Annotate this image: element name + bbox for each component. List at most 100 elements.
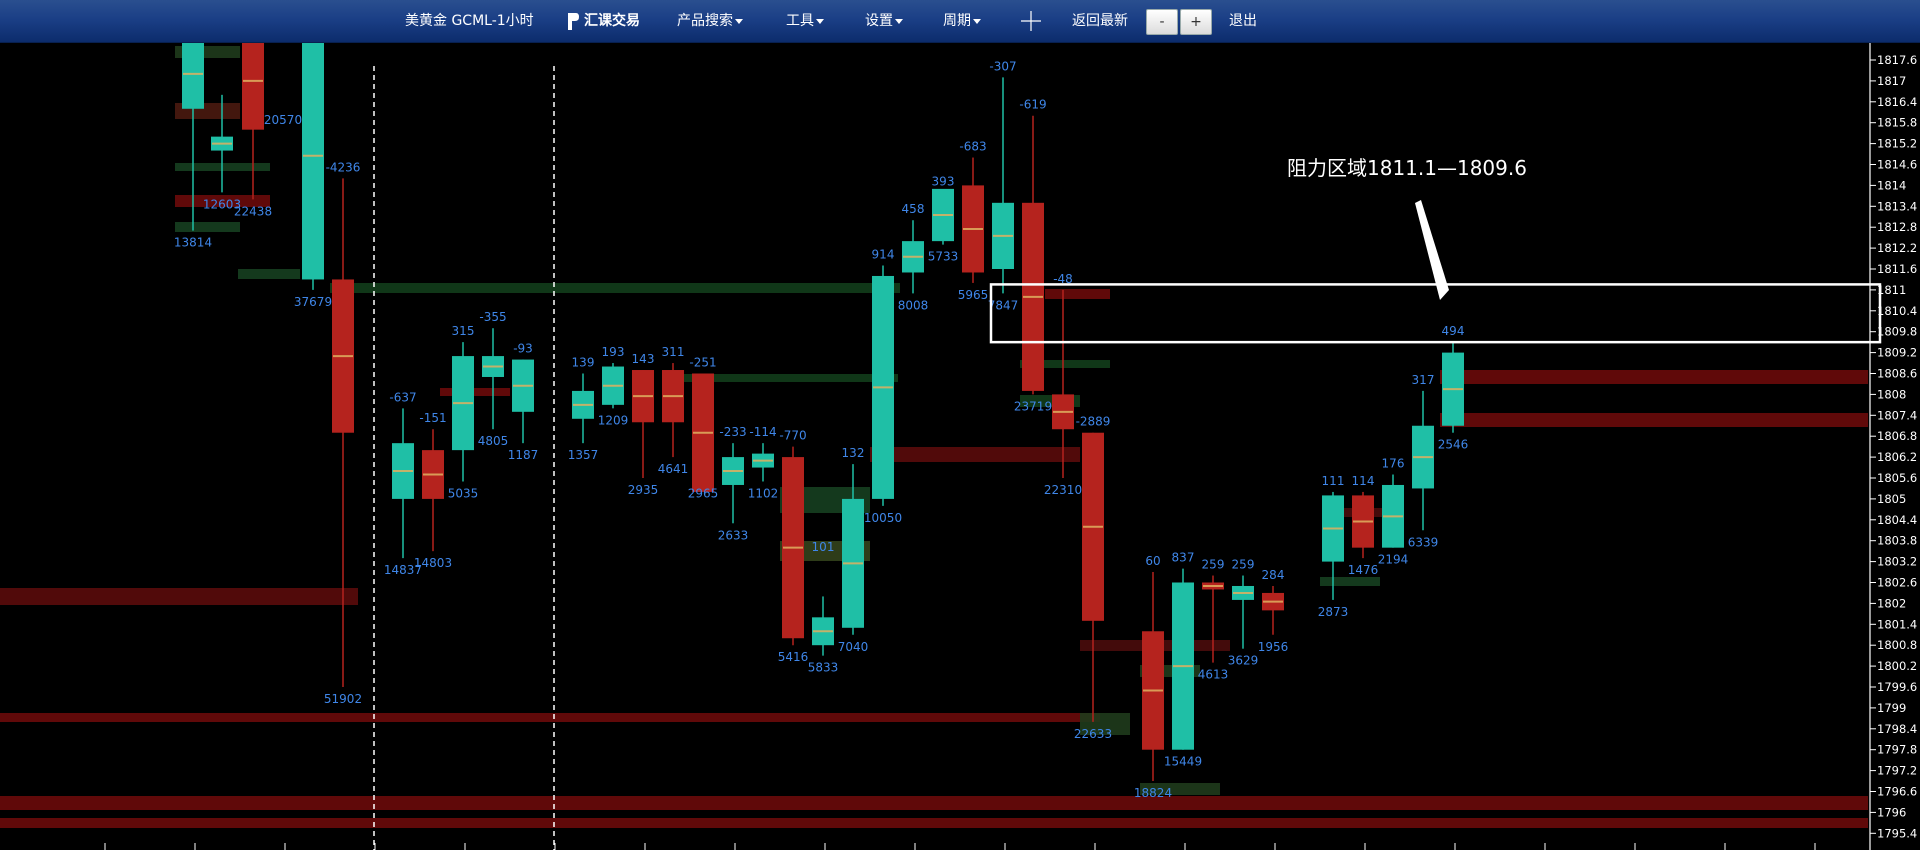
candle-bottom-label: 5416 [778,650,809,664]
candle-mid-label: 20570 [264,113,302,127]
axis-tick-label: 1817.6 [1877,53,1917,67]
crosshair-button[interactable] [1020,0,1042,42]
candle-34 [1352,491,1374,559]
candle-7 [452,342,474,482]
candle-top-label: -307 [989,59,1016,73]
axis-tick-label: 1800.2 [1877,659,1917,673]
axis-tick-label: 1806.2 [1877,450,1917,464]
volume-band-25 [238,269,300,279]
candle-6 [422,429,444,552]
candle-top-label: -233 [719,425,746,439]
volume-bands [0,46,1880,828]
candle-top-label: 60 [1145,554,1160,568]
candle-top-label: 114 [1352,474,1375,488]
candle-32 [1262,585,1284,635]
candle-bottom-label: 5833 [808,661,839,675]
candle-bottom-label: 37679 [294,295,332,309]
axis-tick-label: 1796.6 [1877,785,1917,799]
candle-top-label: -619 [1019,98,1046,112]
axis-tick-label: 1802 [1877,596,1906,610]
menu-product-search[interactable]: 产品搜索 [677,0,743,42]
candle-16 [752,443,774,482]
axis-tick-label: 1812.2 [1877,241,1917,255]
zoom-in-button[interactable]: + [1180,9,1212,35]
chevron-down-icon [816,18,824,24]
candle-top-label: -114 [749,425,776,439]
zoom-out-button[interactable]: - [1146,9,1178,35]
candle-bottom-label: 5733 [928,250,959,264]
candle-36 [1412,390,1434,531]
candle-bottom-label: 10050 [864,511,902,525]
symbol-title: 美黄金 GCML-1小时 [405,13,534,29]
candle-top-label: 914 [872,248,895,262]
axis-tick-label: 1808.6 [1877,367,1917,381]
candle-5 [392,408,414,559]
back-to-latest-button[interactable]: 返回最新 [1072,0,1128,42]
candle-top-label: 111 [1322,474,1345,488]
volume-band-24 [175,222,240,232]
candle-25 [1022,115,1044,395]
candle-bottom-label: 4805 [478,434,509,448]
candlestick-chart[interactable]: 34513814126032243837679-423651902-637148… [0,0,1920,850]
candle-bottom-label: 2633 [718,528,749,542]
candle-top-label: 176 [1382,457,1405,471]
volume-band-6 [870,447,1080,462]
menu-settings[interactable]: 设置 [865,0,903,42]
candle-8 [482,328,504,430]
candle-top-label: -637 [389,390,416,404]
candle-bottom-label: 5965 [958,288,989,302]
candle-bottom-label: 2546 [1438,438,1469,452]
candle-top-label: -93 [513,342,533,356]
axis-tick-label: 1810.4 [1877,304,1917,318]
menu-tools[interactable]: 工具 [786,0,824,42]
candle-13 [662,363,684,458]
volume-band-16 [1320,577,1380,586]
axis-tick-label: 1802.6 [1877,576,1917,590]
candle-10 [572,373,594,444]
candle-top-label: 132 [842,446,865,460]
resistance-zone-box [989,283,1882,344]
axis-tick-label: 1796 [1877,805,1906,819]
candle-bottom-label: 3629 [1228,654,1259,668]
candle-18 [812,596,834,656]
volume-band-3 [0,588,358,605]
axis-tick-label: 1813.4 [1877,199,1917,213]
candle-bottom-label: 1209 [598,413,629,427]
axis-tick-label: 1814 [1877,178,1906,192]
axis-tick-label: 1809.2 [1877,346,1917,360]
candle-bottom-label: 1187 [508,448,539,462]
volume-band-26 [440,388,510,396]
axis-tick-label: 1816.4 [1877,95,1917,109]
axis-tick-label: 1815.2 [1877,137,1917,151]
menu-period[interactable]: 周期 [943,0,981,42]
candle-bottom-label: 15449 [1164,755,1202,769]
candle-bottom-label: 22438 [234,204,272,218]
candle-top-label: -251 [689,356,716,370]
candle-31 [1232,575,1254,649]
candle-top-label: 317 [1412,373,1435,387]
crosshair-icon [1021,11,1041,31]
exit-button[interactable]: 退出 [1229,0,1257,42]
candle-bottom-label: 1357 [568,448,599,462]
candle-top-label: -770 [779,429,806,443]
chevron-down-icon [895,18,903,24]
candle-top-label: 143 [632,352,655,366]
logo-text: 汇课交易 [584,13,640,29]
candle-bottom-label: 5035 [448,486,479,500]
axis-tick-label: 1806.8 [1877,429,1917,443]
axis-tick-label: 1798.4 [1877,722,1917,736]
candle-bottom-label: 22633 [1074,727,1112,741]
candle-bottom-label: 22310 [1044,483,1082,497]
menu-product-search-label: 产品搜索 [677,13,733,29]
menu-period-label: 周期 [943,13,971,29]
candle-bottom-label: 7847 [988,298,1019,312]
candle-4 [332,178,354,687]
candle-14 [692,373,714,492]
candle-29 [1172,568,1194,750]
axis-tick-label: 1809.8 [1877,325,1917,339]
candle-top-label: 458 [902,202,925,216]
candle-21 [902,220,924,294]
candle-top-label: 837 [1172,551,1195,565]
candle-9 [512,359,534,444]
candle-top-label: -2889 [1076,415,1111,429]
